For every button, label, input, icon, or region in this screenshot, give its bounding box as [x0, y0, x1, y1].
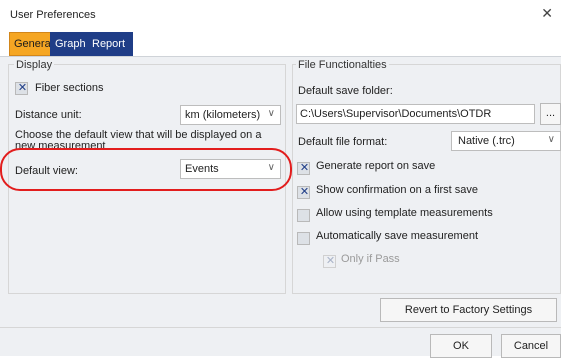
close-icon[interactable]: ✕ [541, 6, 553, 20]
default-view-select[interactable]: Events ∨ [180, 159, 281, 179]
save-folder-label: Default save folder: [298, 85, 393, 97]
fiber-sections-checkbox[interactable] [15, 81, 29, 95]
general-tab-content: Display Fiber sections Distance unit: km… [0, 56, 561, 358]
allow-template-checkbox[interactable] [297, 209, 310, 222]
title-bar: User Preferences ✕ [0, 0, 561, 30]
generate-report-checkbox[interactable] [297, 161, 311, 175]
tab-general[interactable]: General [9, 32, 53, 56]
chevron-down-icon: ∨ [547, 134, 555, 145]
tab-report[interactable]: Report [87, 32, 133, 56]
file-format-label: Default file format: [298, 136, 388, 148]
show-confirmation-label: Show confirmation on a first save [316, 184, 479, 196]
tab-graph[interactable]: Graph [50, 32, 88, 56]
file-format-select[interactable]: Native (.trc) ∨ [451, 131, 561, 151]
fiber-sections-label: Fiber sections [35, 82, 104, 94]
ok-button[interactable]: OK [430, 334, 492, 358]
save-folder-field[interactable]: C:\Users\Supervisor\Documents\OTDR [296, 104, 535, 124]
default-view-value: Events [185, 163, 219, 175]
only-if-pass-label: Only if Pass [341, 253, 400, 265]
allow-template-label: Allow using template measurements [316, 207, 493, 219]
cancel-button[interactable]: Cancel [501, 334, 561, 358]
default-view-description: Choose the default view that will be dis… [15, 129, 262, 152]
distance-unit-value: km (kilometers) [185, 109, 261, 121]
browse-folder-button[interactable]: ... [540, 103, 561, 125]
generate-report-label: Generate report on save [316, 160, 436, 172]
auto-save-label: Automatically save measurement [316, 230, 479, 242]
chevron-down-icon: ∨ [267, 162, 275, 173]
default-view-label: Default view: [15, 165, 78, 177]
file-functionalities-heading: File Functionalties [296, 59, 389, 71]
chevron-down-icon: ∨ [267, 108, 275, 119]
only-if-pass-checkbox[interactable] [323, 254, 337, 268]
distance-unit-label: Distance unit: [15, 109, 82, 121]
show-confirmation-checkbox[interactable] [297, 185, 311, 199]
user-preferences-window: User Preferences ✕ General Graph Report … [0, 0, 561, 358]
distance-unit-select[interactable]: km (kilometers) ∨ [180, 105, 281, 125]
footer-divider [0, 327, 561, 328]
file-format-value: Native (.trc) [458, 135, 515, 147]
tab-strip: General Graph Report [9, 32, 561, 56]
revert-factory-settings-button[interactable]: Revert to Factory Settings [380, 298, 557, 322]
auto-save-checkbox[interactable] [297, 232, 310, 245]
display-group-heading: Display [14, 59, 55, 71]
display-group [8, 64, 286, 294]
window-title: User Preferences [10, 9, 96, 21]
